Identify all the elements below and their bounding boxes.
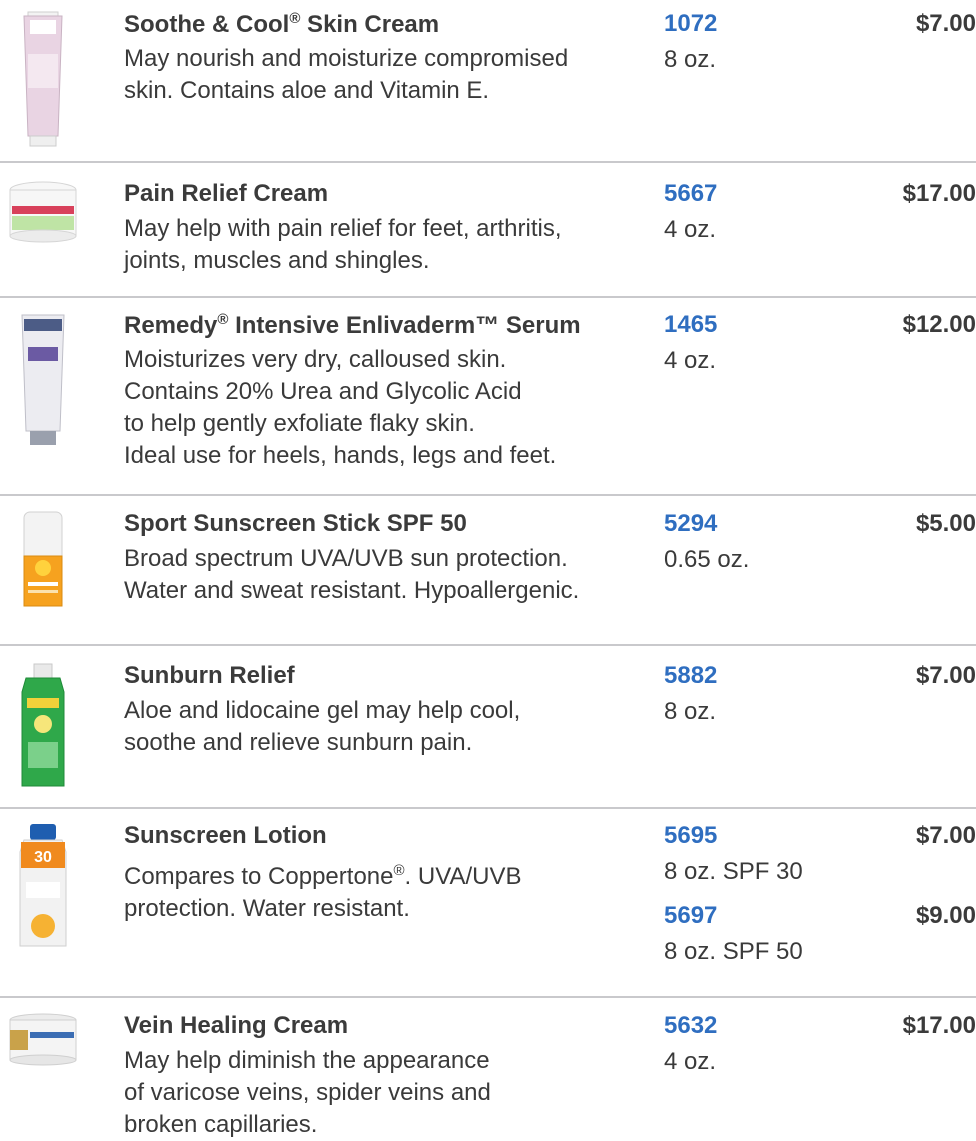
row-divider	[0, 996, 976, 998]
item-size: 4 oz.	[664, 216, 717, 243]
product-name: Soothe & Cool® Skin Cream	[124, 10, 440, 38]
item-size: 4 oz.	[664, 1048, 717, 1075]
product-variant: 5882 8 oz. $7.00	[664, 662, 976, 726]
row-divider	[0, 161, 976, 163]
row-divider	[0, 296, 976, 298]
product-row: Remedy® Intensive Enlivaderm™ Serum Mois…	[0, 311, 976, 481]
item-size: 8 oz. SPF 30	[664, 858, 803, 885]
item-size: 8 oz.	[664, 698, 717, 725]
item-price: $12.00	[902, 311, 976, 338]
item-price: $7.00	[915, 822, 976, 849]
pain-relief-jar-image	[9, 181, 77, 243]
product-variant: 5632 4 oz. $17.00	[664, 1012, 976, 1076]
product-description: Compares to Coppertone®. UVA/UVB protect…	[124, 862, 522, 922]
vein-cream-jar-image	[9, 1013, 77, 1066]
product-description: May help with pain relief for feet, arth…	[124, 215, 562, 274]
product-row: Sunburn Relief Aloe and lidocaine gel ma…	[0, 662, 976, 792]
item-price: $9.00	[915, 902, 976, 929]
product-name: Sport Sunscreen Stick SPF 50	[124, 510, 467, 537]
product-name: Sunscreen Lotion	[124, 822, 327, 849]
product-row: 30 Sunscreen Lotion Compares to Copperto…	[0, 822, 976, 972]
product-name: Vein Healing Cream	[124, 1012, 349, 1039]
item-size: 0.65 oz.	[664, 546, 750, 573]
product-variant: 5695 8 oz. SPF 30 $7.00	[664, 822, 976, 902]
item-size: 4 oz.	[664, 347, 717, 374]
product-row: Soothe & Cool® Skin Cream May nourish an…	[0, 10, 976, 150]
row-divider	[0, 644, 976, 646]
item-price: $5.00	[915, 510, 976, 537]
product-row: Pain Relief Cream May help with pain rel…	[0, 180, 976, 280]
row-divider	[0, 494, 976, 496]
product-name: Remedy® Intensive Enlivaderm™ Serum	[124, 311, 581, 339]
row-divider	[0, 807, 976, 809]
product-name: Pain Relief Cream	[124, 180, 329, 207]
sunscreen-stick-image	[23, 511, 63, 607]
item-size: 8 oz. SPF 50	[664, 938, 803, 965]
product-variant: 5697 8 oz. SPF 50 $9.00	[664, 902, 976, 982]
product-row: Sport Sunscreen Stick SPF 50 Broad spect…	[0, 510, 976, 630]
item-price: $17.00	[902, 1012, 976, 1039]
soothe-cool-tube-image	[23, 11, 63, 147]
product-description: May help diminish the appearance of vari…	[124, 1047, 491, 1138]
sunscreen-lotion-bottle-image: 30	[19, 824, 67, 947]
product-row: Vein Healing Cream May help diminish the…	[0, 1012, 976, 1138]
item-size: 8 oz.	[664, 46, 717, 73]
item-price: $7.00	[915, 10, 976, 37]
remedy-tube-image	[21, 314, 65, 445]
item-price: $17.00	[902, 180, 976, 207]
product-variant: 1072 8 oz. $7.00	[664, 10, 976, 74]
product-variant: 1465 4 oz. $12.00	[664, 311, 976, 375]
product-description: May nourish and moisturize compromised s…	[124, 45, 569, 104]
product-variant-list: 5695 8 oz. SPF 30 $7.00 5697 8 oz. SPF 5…	[664, 822, 976, 982]
product-variant: 5667 4 oz. $17.00	[664, 180, 976, 244]
product-description: Moisturizes very dry, calloused skin. Co…	[124, 346, 557, 469]
product-description: Aloe and lidocaine gel may help cool, so…	[124, 697, 521, 756]
aloe-gel-bottle-image	[21, 663, 65, 787]
product-name: Sunburn Relief	[124, 662, 295, 689]
svg-text:30: 30	[34, 849, 52, 866]
product-description: Broad spectrum UVA/UVB sun protection. W…	[124, 545, 580, 604]
product-variant: 5294 0.65 oz. $5.00	[664, 510, 976, 574]
item-price: $7.00	[915, 662, 976, 689]
